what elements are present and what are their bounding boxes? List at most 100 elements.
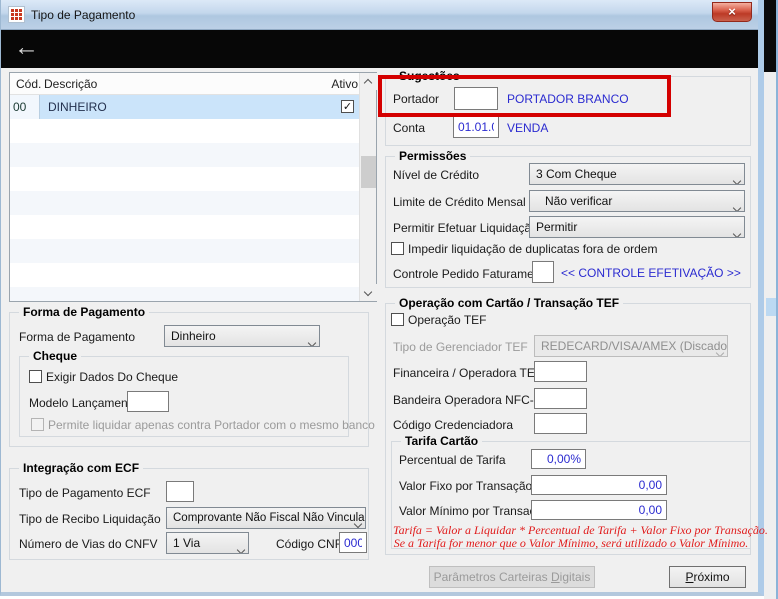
exigir-dados-cheque-checkbox[interactable] bbox=[29, 370, 42, 383]
close-icon: × bbox=[728, 4, 736, 19]
exigir-dados-cheque-label: Exigir Dados Do Cheque bbox=[46, 370, 179, 384]
valor-fixo-input[interactable] bbox=[531, 475, 667, 495]
background-window-selection-fragment bbox=[766, 298, 776, 316]
permite-liquidar-checkbox bbox=[31, 418, 44, 431]
gerenciador-tef-select: REDECARD/VISA/AMEX (Discado) bbox=[534, 335, 728, 357]
list-header: Cód. Descrição Ativo bbox=[10, 73, 360, 95]
permitir-liquidacao-value: Permitir bbox=[536, 220, 578, 234]
portador-label: Portador bbox=[393, 92, 440, 106]
modelo-lancamento-input[interactable] bbox=[127, 391, 169, 412]
chevron-up-icon bbox=[363, 78, 373, 88]
numero-vias-cnfv-value: 1 Via bbox=[173, 536, 201, 550]
tarifa-note-line2: Se a Tarifa for menor que o Valor Mínimo… bbox=[393, 536, 749, 550]
portador-input[interactable] bbox=[454, 87, 498, 110]
limite-credito-value: Não verificar bbox=[545, 194, 613, 208]
window-title: Tipo de Pagamento bbox=[31, 8, 136, 22]
numero-vias-cnfv-label: Número de Vias do CNFV bbox=[19, 537, 158, 551]
check-icon: ✓ bbox=[342, 101, 353, 113]
chevron-down-icon bbox=[715, 342, 725, 356]
nivel-credito-value: 3 Com Cheque bbox=[536, 167, 617, 181]
chevron-down-icon bbox=[732, 197, 742, 211]
cell-descricao[interactable]: DINHEIRO bbox=[48, 95, 107, 119]
tipo-pagamento-ecf-label: Tipo de Pagamento ECF bbox=[19, 486, 151, 500]
limite-credito-label: Limite de Crédito Mensal bbox=[393, 195, 526, 209]
chevron-down-icon bbox=[307, 332, 317, 346]
chevron-down-icon bbox=[236, 539, 246, 553]
impedir-liquidacao-checkbox[interactable] bbox=[391, 242, 404, 255]
permissoes-group-title: Permissões bbox=[395, 149, 471, 163]
proximo-button[interactable]: Próximo bbox=[669, 566, 746, 588]
cheque-group-title: Cheque bbox=[29, 349, 82, 363]
button-label: Parâmetros Carteiras bbox=[433, 570, 551, 584]
operacao-tef-checkbox[interactable] bbox=[391, 313, 404, 326]
button-mnemonic: P bbox=[685, 570, 694, 584]
chevron-down-icon bbox=[363, 287, 373, 297]
codigo-credenciadora-label: Código Credenciadora bbox=[393, 418, 514, 432]
column-header-descricao[interactable]: Descrição bbox=[44, 77, 97, 91]
forma-pagamento-group-title: Forma de Pagamento bbox=[19, 305, 150, 319]
tipo-pagamento-ecf-input[interactable] bbox=[166, 481, 194, 502]
forma-pagamento-value: Dinheiro bbox=[171, 329, 216, 343]
permitir-liquidacao-label: Permitir Efetuar Liquidação bbox=[393, 221, 538, 235]
conta-input[interactable] bbox=[453, 116, 499, 138]
sugestoes-group: Sugestões bbox=[385, 69, 751, 146]
nivel-credito-label: Nível de Crédito bbox=[393, 168, 480, 182]
tipo-de-pagamento-dialog: Tipo de Pagamento × ← Cód. Descrição Ati… bbox=[0, 0, 768, 596]
controle-efetivacao-link[interactable]: << CONTROLE EFETIVAÇÃO >> bbox=[561, 266, 741, 280]
chevron-down-icon bbox=[732, 223, 742, 237]
scroll-up-button[interactable] bbox=[360, 73, 377, 90]
sugestoes-group-title: Sugestões bbox=[395, 69, 464, 83]
tipo-recibo-value: Comprovante Não Fiscal Não Vinculado bbox=[173, 512, 366, 524]
app-icon bbox=[9, 7, 24, 22]
financeira-tef-label: Financeira / Operadora TEF bbox=[393, 366, 543, 380]
parametros-carteiras-digitais-button: Parâmetros Carteiras Digitais bbox=[429, 566, 595, 588]
operacao-tef-label: Operação TEF bbox=[408, 313, 487, 327]
integracao-ecf-group-title: Integração com ECF bbox=[19, 461, 144, 475]
tipo-recibo-select[interactable]: Comprovante Não Fiscal Não Vinculado bbox=[166, 507, 366, 529]
list-scrollbar[interactable] bbox=[359, 73, 377, 301]
valor-minimo-input[interactable] bbox=[531, 500, 667, 520]
ativo-checkbox[interactable]: ✓ bbox=[341, 100, 354, 113]
permitir-liquidacao-select[interactable]: Permitir bbox=[529, 216, 745, 238]
scrollbar-thumb[interactable] bbox=[361, 156, 376, 188]
bandeira-nfce-label: Bandeira Operadora NFC-e bbox=[393, 393, 541, 407]
valor-minimo-label: Valor Mínimo por Transação bbox=[399, 504, 549, 518]
nivel-credito-select[interactable]: 3 Com Cheque bbox=[529, 163, 745, 185]
chevron-down-icon bbox=[353, 514, 363, 528]
numero-vias-cnfv-select[interactable]: 1 Via bbox=[166, 532, 249, 554]
modelo-lancamento-label: Modelo Lançamento bbox=[29, 396, 138, 410]
payment-type-list[interactable]: Cód. Descrição Ativo 00 DINHEIRO ✓ bbox=[9, 72, 377, 302]
button-mnemonic: D bbox=[551, 570, 560, 584]
codigo-credenciadora-input[interactable] bbox=[534, 413, 587, 434]
tarifa-cartao-group-title: Tarifa Cartão bbox=[401, 434, 483, 448]
empty-list-rows bbox=[10, 119, 360, 301]
button-label: igitais bbox=[559, 570, 591, 584]
tipo-recibo-label: Tipo de Recibo Liquidação bbox=[19, 512, 161, 526]
codigo-cnfv-input[interactable] bbox=[339, 532, 367, 553]
back-arrow-icon[interactable]: ← bbox=[14, 33, 39, 62]
toolbar: ← bbox=[1, 30, 758, 68]
gerenciador-tef-label: Tipo de Gerenciador TEF bbox=[393, 340, 528, 354]
table-row[interactable]: 00 DINHEIRO ✓ bbox=[10, 95, 360, 119]
conta-label: Conta bbox=[393, 121, 426, 135]
scroll-down-button[interactable] bbox=[360, 284, 377, 301]
title-bar[interactable]: Tipo de Pagamento × bbox=[1, 0, 758, 30]
limite-credito-select[interactable]: Não verificar bbox=[529, 190, 745, 212]
bandeira-nfce-input[interactable] bbox=[534, 388, 587, 409]
chevron-down-icon bbox=[732, 170, 742, 184]
cell-cod[interactable]: 00 bbox=[10, 95, 40, 119]
conta-link[interactable]: VENDA bbox=[507, 121, 548, 135]
controle-pedido-input[interactable] bbox=[532, 261, 554, 283]
financeira-tef-input[interactable] bbox=[534, 361, 587, 382]
percentual-tarifa-input[interactable] bbox=[531, 449, 586, 469]
forma-pagamento-select[interactable]: Dinheiro bbox=[164, 325, 320, 347]
column-header-cod[interactable]: Cód. bbox=[16, 77, 41, 91]
valor-fixo-label: Valor Fixo por Transação bbox=[399, 479, 533, 493]
column-header-ativo[interactable]: Ativo bbox=[324, 77, 358, 91]
impedir-liquidacao-label: Impedir liquidação de duplicatas fora de… bbox=[408, 242, 658, 256]
screen: Tipo de Pagamento × ← Cód. Descrição Ati… bbox=[0, 0, 778, 599]
cartao-tef-group-title: Operação com Cartão / Transação TEF bbox=[395, 296, 624, 310]
portador-link[interactable]: PORTADOR BRANCO bbox=[507, 92, 629, 106]
permite-liquidar-label: Permite liquidar apenas contra Portador … bbox=[48, 418, 375, 432]
close-button[interactable]: × bbox=[712, 2, 752, 22]
